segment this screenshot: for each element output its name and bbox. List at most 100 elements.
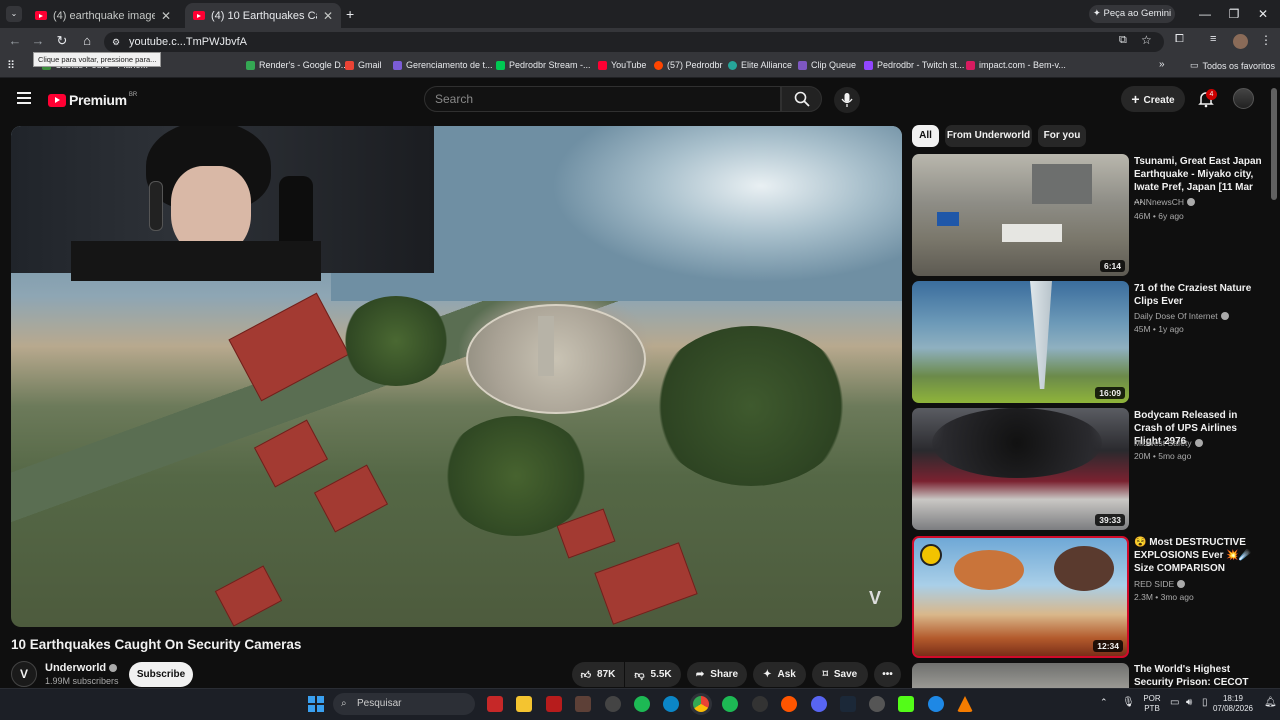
input-language-indicator[interactable]: POR PTB xyxy=(1140,694,1164,714)
plus-icon: + xyxy=(1131,91,1144,107)
recommendation-thumbnail[interactable]: 12:34 xyxy=(912,536,1129,658)
steam-icon[interactable] xyxy=(840,696,856,712)
taskbar-search-input[interactable]: ⌕ Pesquisar xyxy=(333,693,475,715)
close-tab-icon[interactable]: ✕ xyxy=(161,9,171,23)
more-bookmarks-icon[interactable]: » xyxy=(1159,59,1165,70)
address-bar[interactable]: ⚙ youtube.c...TmPWJbvfA xyxy=(104,32,1164,52)
recommendation-channel[interactable]: ANNnewsCH xyxy=(1134,197,1196,207)
new-tab-button[interactable]: + xyxy=(346,6,354,22)
voice-search-button[interactable] xyxy=(834,87,860,113)
discord-icon[interactable] xyxy=(811,696,827,712)
channel-name[interactable]: Underworld xyxy=(45,662,118,674)
back-arrow-icon[interactable]: ← xyxy=(5,33,25,48)
tab-search-button[interactable]: ⌄ xyxy=(6,6,22,22)
extensions-icon[interactable]: ⧠ xyxy=(1175,33,1184,46)
bookmark-item[interactable]: Clip Queue xyxy=(798,60,856,70)
sparkle-icon: ✦ xyxy=(763,669,772,680)
filezilla-icon[interactable] xyxy=(546,696,562,712)
bookmark-item[interactable]: impact.com - Bem-v... xyxy=(966,60,1066,70)
verified-icon xyxy=(1194,439,1203,447)
search-input[interactable]: Search xyxy=(424,86,781,112)
apps-icon[interactable]: ⠿ xyxy=(7,59,15,72)
reading-list-icon[interactable]: ≡ xyxy=(1210,33,1216,45)
taskbar-app-icon[interactable] xyxy=(752,696,768,712)
taskbar-app-icon[interactable] xyxy=(605,696,621,712)
bookmark-item[interactable]: (57) Pedrodbr xyxy=(654,60,723,70)
hamburger-menu-icon[interactable] xyxy=(17,92,31,107)
chrome-icon[interactable] xyxy=(693,696,709,712)
taskbar-app-icon[interactable] xyxy=(634,696,650,712)
edge-icon[interactable] xyxy=(663,696,679,712)
account-avatar[interactable] xyxy=(1233,88,1254,109)
dislike-button[interactable]: 👎︎ 5.5K xyxy=(625,662,681,687)
bookmark-item[interactable]: Pedrodbr - Twitch st... xyxy=(864,60,964,70)
video-player[interactable]: V xyxy=(11,126,902,627)
close-window-button[interactable]: ✕ xyxy=(1248,5,1278,23)
reload-icon[interactable]: ↻ xyxy=(52,33,72,49)
maximize-button[interactable]: ❐ xyxy=(1219,5,1249,23)
soundcloud-icon[interactable] xyxy=(781,696,797,712)
like-button[interactable]: 👍︎ 87K xyxy=(572,662,624,687)
taskbar-app-icon[interactable] xyxy=(928,696,944,712)
page-scrollbar[interactable] xyxy=(1271,88,1277,200)
chip-from-underworld[interactable]: From Underworld xyxy=(945,125,1032,147)
recommendation-thumbnail[interactable]: 6:14 xyxy=(912,154,1129,276)
taskbar-app-icon[interactable] xyxy=(575,696,591,712)
file-explorer-icon[interactable] xyxy=(516,696,532,712)
spotify-icon[interactable] xyxy=(722,696,738,712)
chip-for-you[interactable]: For you xyxy=(1038,125,1086,147)
clock[interactable]: 18:19 07/08/2026 xyxy=(1206,694,1260,714)
channel-avatar[interactable]: V xyxy=(11,661,37,687)
bookmark-youtube[interactable]: YouTube xyxy=(598,60,646,70)
youtube-play-icon xyxy=(48,93,66,107)
youtube-premium-logo[interactable]: Premium BR xyxy=(48,92,137,108)
network-icon[interactable]: ▭ xyxy=(1170,697,1179,708)
tab-earthquake-images[interactable]: (4) earthquake images from dr ✕ xyxy=(27,3,179,28)
recommendation-title[interactable]: 71 of the Craziest Nature Clips Ever xyxy=(1134,282,1262,308)
ask-button[interactable]: ✦ Ask xyxy=(753,662,806,687)
bookmark-item[interactable]: Gerenciamento de t... xyxy=(393,60,493,70)
subscriber-count: 1.99M subscribers xyxy=(45,676,119,686)
site-info-icon[interactable]: ⚙ xyxy=(112,32,120,52)
forward-arrow-icon[interactable]: → xyxy=(28,33,48,48)
recommendation-channel[interactable]: RED SIDE xyxy=(1134,579,1186,589)
recommendation-thumbnail[interactable] xyxy=(912,663,1129,688)
recommendation-thumbnail[interactable]: 16:09 xyxy=(912,281,1129,403)
gemini-button[interactable]: ✦ Peça ao Gemini xyxy=(1089,5,1175,23)
subscribe-button[interactable]: Subscribe xyxy=(129,662,193,687)
recommendation-channel[interactable]: Daily Dose Of Internet xyxy=(1134,311,1229,321)
channel-watermark-icon[interactable]: V xyxy=(869,588,881,609)
windows-start-icon[interactable] xyxy=(308,696,324,712)
profile-avatar[interactable] xyxy=(1233,34,1248,49)
more-actions-button[interactable]: ••• xyxy=(874,662,901,687)
minimize-button[interactable]: — xyxy=(1190,5,1220,23)
bookmark-gmail[interactable]: Gmail xyxy=(345,60,382,70)
volume-icon[interactable]: 🔊︎ xyxy=(1186,697,1192,708)
microphone-tray-icon[interactable]: 🎙︎ xyxy=(1122,697,1135,708)
all-bookmarks-folder[interactable]: ▭ Todos os favoritos xyxy=(1190,60,1275,71)
save-button[interactable]: ⌑ Save xyxy=(812,662,868,687)
create-button[interactable]: + Create xyxy=(1121,86,1185,112)
bookmark-item[interactable]: Elite Alliance xyxy=(728,60,792,70)
recommendation-channel[interactable]: Midwest Safety xyxy=(1134,438,1203,448)
chip-all[interactable]: All xyxy=(912,125,939,147)
notification-center-icon[interactable]: 🔔︎ xyxy=(1264,697,1277,708)
recommendation-meta: 46M • 6y ago xyxy=(1134,211,1184,221)
show-hidden-icons-icon[interactable]: ⌃ xyxy=(1100,697,1108,708)
kick-icon[interactable] xyxy=(898,696,914,712)
home-icon[interactable]: ⌂ xyxy=(77,33,97,48)
bookmark-item[interactable]: Pedrodbr Stream -... xyxy=(496,60,591,70)
bookmark-item[interactable]: Render's - Google D... xyxy=(246,60,348,70)
chrome-menu-icon[interactable]: ⋮ xyxy=(1260,33,1272,47)
bookmark-star-icon[interactable]: ☆ xyxy=(1141,33,1152,47)
duration-badge: 16:09 xyxy=(1095,387,1125,399)
install-app-icon[interactable]: ⧉ xyxy=(1119,34,1127,47)
recommendation-title[interactable]: 😵 Most DESTRUCTIVE EXPLOSIONS Ever 💥☄️ S… xyxy=(1134,536,1262,575)
tab-earthquakes-video[interactable]: (4) 10 Earthquakes Caught On S ✕ xyxy=(185,3,341,28)
taskbar-app-icon[interactable] xyxy=(869,696,885,712)
close-tab-icon[interactable]: ✕ xyxy=(323,9,333,23)
search-button[interactable] xyxy=(781,86,822,112)
share-button[interactable]: ➦ Share xyxy=(687,662,747,687)
recommendation-thumbnail[interactable]: 39:33 xyxy=(912,408,1129,530)
taskbar-app-icon[interactable] xyxy=(487,696,503,712)
